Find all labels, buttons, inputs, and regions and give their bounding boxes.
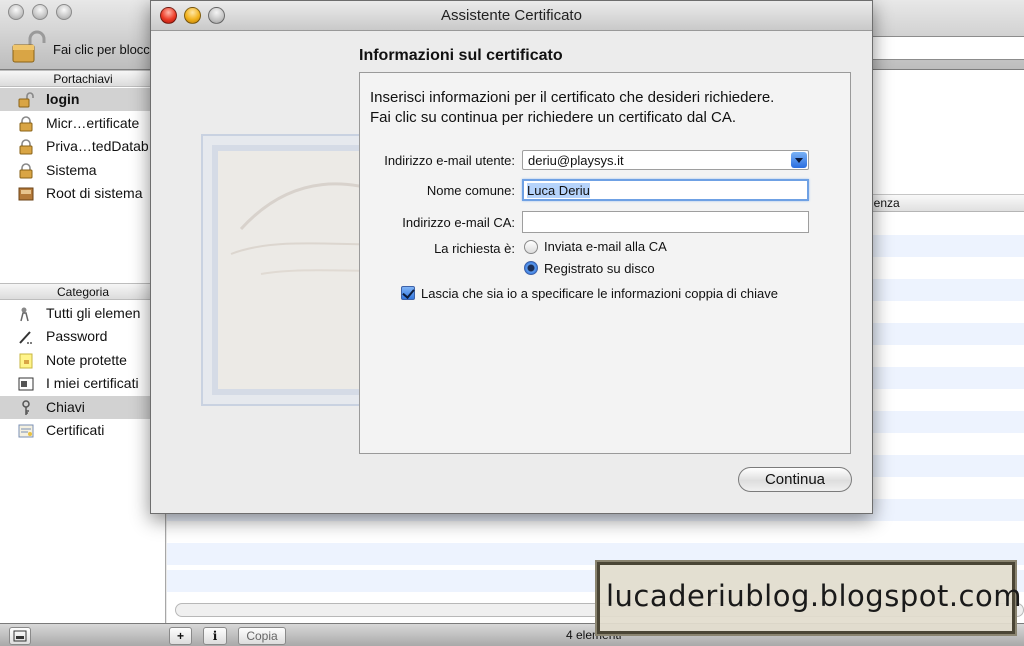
search-input[interactable]: [860, 36, 1024, 60]
radio-email-to-ca[interactable]: [524, 240, 538, 254]
sidebar: Portachiavi login Micr…ertificate Priva……: [0, 70, 166, 623]
lock-icon: [19, 163, 33, 179]
minimize-button[interactable]: [32, 4, 48, 20]
certificate-assistant-dialog: Assistente Certificato Informazioni sul …: [150, 0, 873, 514]
lock-icon: [19, 116, 33, 132]
sidebar-item-label: Certificati: [46, 422, 105, 438]
user-email-value: deriu@playsys.it: [528, 153, 624, 168]
dialog-title: Assistente Certificato: [441, 7, 582, 24]
sidebar-item-sistema[interactable]: Sistema: [0, 159, 166, 182]
lock-keychain-label[interactable]: Fai clic per blocc: [53, 42, 150, 57]
continue-button[interactable]: Continua: [738, 467, 852, 492]
sidebar-item-label: Root di sistema: [46, 185, 143, 201]
unlock-padlock-icon[interactable]: [10, 30, 46, 64]
ca-email-label: Indirizzo e-mail CA:: [402, 215, 515, 230]
sidebar-item-label: Note protette: [46, 352, 127, 368]
keychains-header: Portachiavi: [0, 70, 166, 87]
sidebar-item-certificates[interactable]: Certificati: [0, 419, 166, 442]
note-icon: [19, 353, 33, 369]
sidebar-item-label: Sistema: [46, 162, 97, 178]
info-button[interactable]: i: [203, 627, 227, 645]
form-panel: Inserisci informazioni per il certificat…: [359, 72, 851, 454]
user-email-label: Indirizzo e-mail utente:: [384, 153, 515, 168]
sidebar-item-all-items[interactable]: Tutti gli elemen: [0, 302, 166, 325]
blog-watermark: lucaderiublog.blogspot.com: [597, 562, 1022, 634]
keypair-checkbox[interactable]: [401, 286, 415, 300]
option-email-to-ca-label[interactable]: Inviata e-mail alla CA: [544, 239, 667, 254]
sidebar-item-root-di-sistema[interactable]: Root di sistema: [0, 182, 166, 205]
sidebar-item-label: Password: [46, 328, 108, 344]
certificate-icon: [18, 424, 34, 438]
sidebar-item-label: I miei certificati: [46, 375, 139, 391]
sidebar-item-label: Priva…tedDatab: [46, 138, 149, 154]
my-certificates-icon: [18, 377, 34, 391]
key-icon: [22, 400, 30, 415]
option-saved-to-disk-label[interactable]: Registrato su disco: [544, 261, 655, 276]
request-type-label: La richiesta è:: [434, 241, 515, 256]
intro-text: Inserisci informazioni per il certificat…: [370, 88, 774, 128]
ca-email-input[interactable]: [523, 212, 808, 232]
common-name-label: Nome comune:: [426, 183, 515, 198]
dialog-titlebar: Assistente Certificato: [151, 1, 872, 31]
sidebar-item-password[interactable]: Password: [0, 325, 166, 348]
sidebar-item-secure-notes[interactable]: Note protette: [0, 349, 166, 372]
people-icon: [20, 307, 29, 322]
sidebar-item-label: Micr…ertificate: [46, 115, 140, 131]
sidebar-item-private-encrypted-data[interactable]: Priva…tedDatab: [0, 135, 166, 158]
common-name-value: Luca Deriu: [527, 183, 590, 198]
common-name-field[interactable]: Luca Deriu: [522, 179, 809, 201]
zoom-button[interactable]: [56, 4, 72, 20]
watermark-text: lucaderiublog.blogspot.com: [606, 579, 1022, 613]
sidebar-item-label: login: [46, 91, 80, 107]
ca-email-field[interactable]: [522, 211, 809, 233]
password-icon: [19, 331, 33, 344]
close-button[interactable]: [8, 4, 24, 20]
panel-icon: [13, 630, 27, 642]
sidebar-item-keys[interactable]: Chiavi: [0, 396, 166, 419]
categories-header: Categoria: [0, 283, 166, 300]
section-title: Informazioni sul certificato: [359, 47, 563, 64]
sidebar-item-microsoft-certificates[interactable]: Micr…ertificate: [0, 112, 166, 135]
add-button[interactable]: +: [169, 627, 192, 645]
intro-line-1: Inserisci informazioni per il certificat…: [370, 89, 775, 106]
user-email-select[interactable]: deriu@playsys.it: [522, 150, 809, 170]
copy-button[interactable]: Copia: [238, 627, 286, 645]
open-lock-icon: [18, 92, 34, 108]
sidebar-item-my-certificates[interactable]: I miei certificati: [0, 372, 166, 395]
keypair-checkbox-label[interactable]: Lascia che sia io a specificare le infor…: [421, 286, 778, 301]
sidebar-item-label: Tutti gli elemen: [46, 305, 141, 321]
sidebar-item-login[interactable]: login: [0, 88, 166, 111]
chevron-down-icon[interactable]: [791, 152, 807, 168]
cabinet-icon: [18, 187, 34, 201]
lock-icon: [19, 139, 33, 155]
radio-saved-to-disk[interactable]: [524, 261, 538, 275]
show-info-panel-button[interactable]: [9, 627, 31, 645]
sidebar-item-label: Chiavi: [46, 399, 85, 415]
intro-line-2: Fai clic su continua per richiedere un c…: [370, 109, 737, 126]
